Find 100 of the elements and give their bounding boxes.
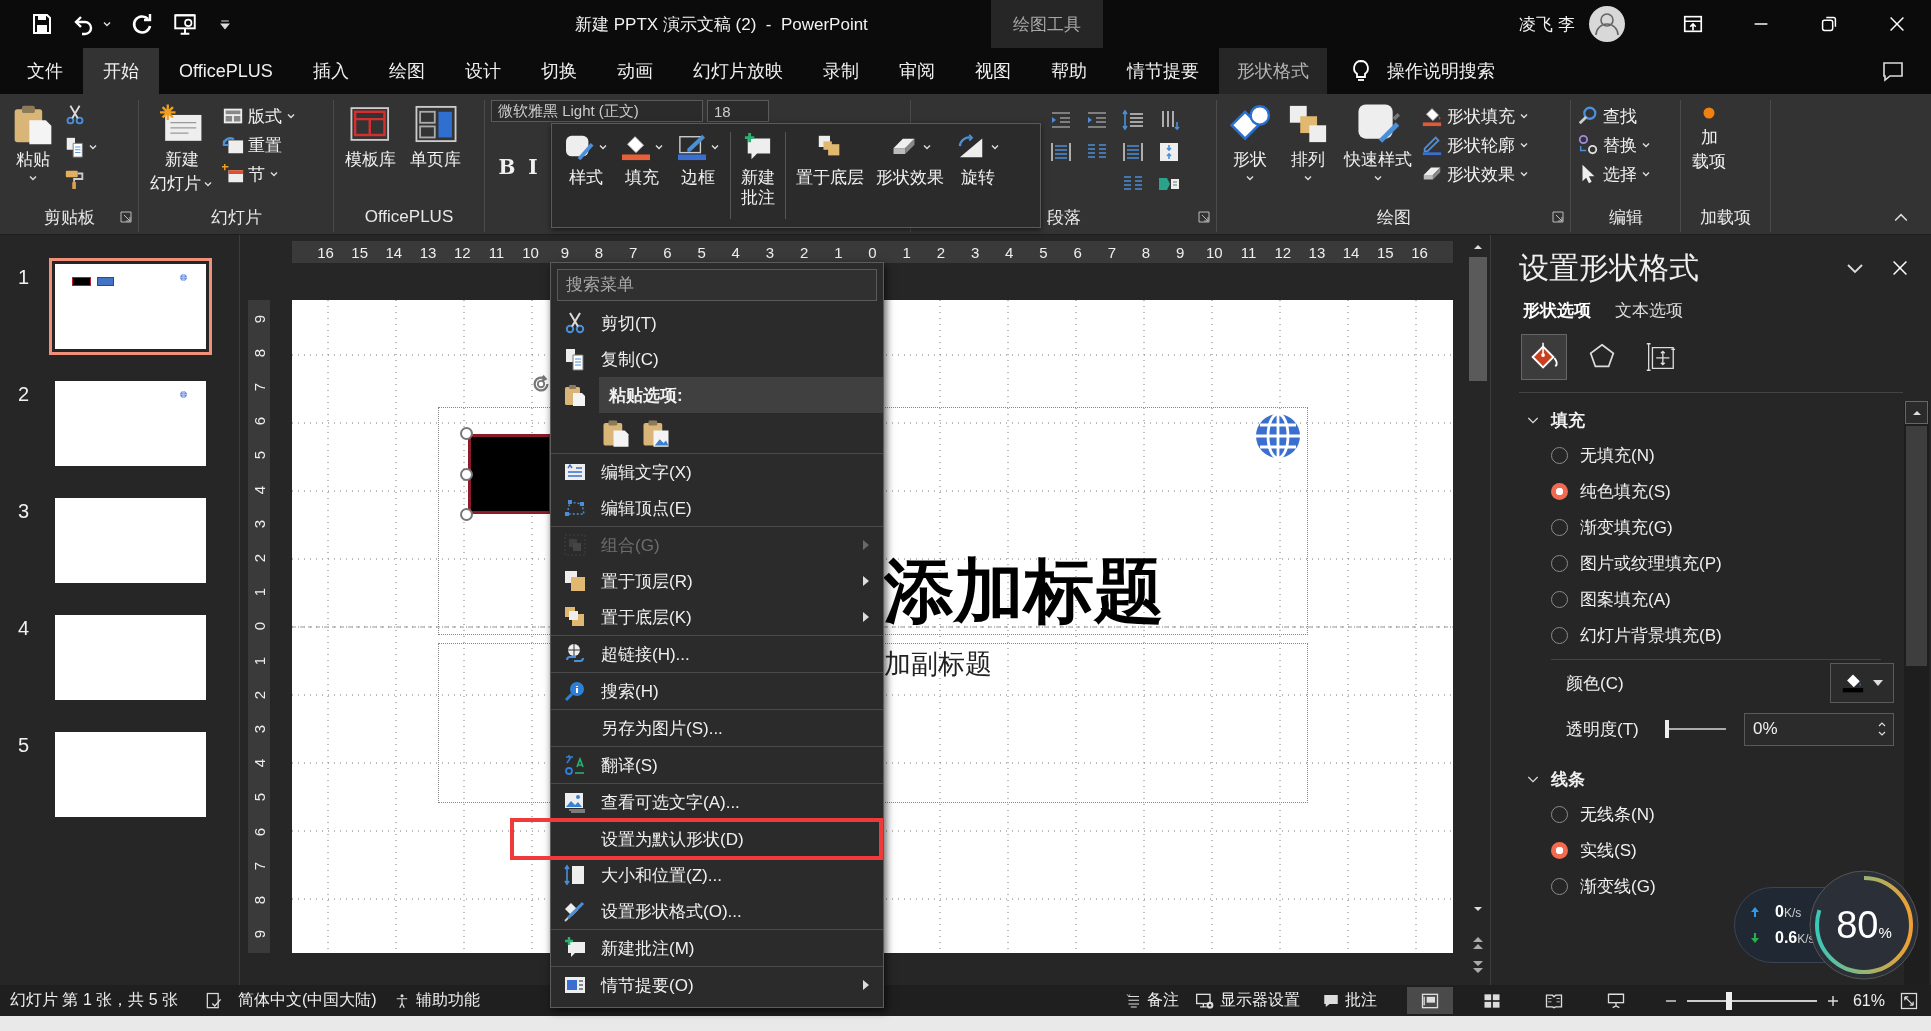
ribbon-tab[interactable]: 开始 — [83, 48, 159, 94]
search-field[interactable]: 搜索菜单 — [557, 269, 877, 301]
justify-icon[interactable] — [1049, 140, 1073, 164]
scissors-icon[interactable] — [64, 104, 86, 126]
menu-item[interactable]: 大小和位置(Z)... — [551, 857, 883, 893]
dialog-launcher-icon[interactable] — [1552, 211, 1564, 223]
pane-tab[interactable]: 形状选项 — [1523, 299, 1591, 322]
ribbon-tab[interactable]: 视图 — [954, 48, 1031, 94]
notes-button[interactable]: 备注 — [1123, 990, 1179, 1011]
menu-item[interactable]: 编辑顶点(E) — [551, 490, 883, 526]
ribbon-button[interactable]: 快速样式 — [1339, 100, 1417, 186]
ribbon-options-icon[interactable] — [1682, 13, 1704, 35]
comment-icon[interactable] — [1881, 59, 1905, 83]
menu-item[interactable]: 剪切(T) — [551, 305, 883, 341]
ribbon-button[interactable]: 形状轮廓 — [1421, 131, 1529, 159]
ribbon-button[interactable]: 选择 — [1577, 160, 1651, 188]
redo-icon[interactable] — [130, 12, 154, 36]
menu-item[interactable]: 复制(C) — [551, 341, 883, 377]
ribbon-button[interactable]: 节 — [222, 160, 296, 188]
line-spacing-icon[interactable] — [1121, 108, 1145, 132]
comments-button[interactable]: 批注 — [1321, 990, 1377, 1011]
ribbon-button[interactable]: 重置 — [222, 131, 296, 159]
accessibility-button[interactable]: 辅助功能 — [392, 990, 480, 1011]
menu-item[interactable]: 翻译(S) — [551, 747, 883, 783]
ribbon-tab[interactable]: 绘图 — [368, 48, 445, 94]
present-icon[interactable] — [172, 11, 198, 37]
ribbon-tab[interactable]: 帮助 — [1030, 48, 1107, 94]
ribbon-tab[interactable]: 文件 — [7, 48, 83, 94]
toolbar-button[interactable]: 形状效果 — [872, 132, 948, 219]
menu-item[interactable]: 查看可选文字(A)... — [551, 784, 883, 820]
tell-me-search[interactable]: 操作说明搜索 — [1386, 59, 1495, 83]
ribbon-tab[interactable]: 情节提要 — [1106, 48, 1219, 94]
ribbon-button[interactable]: 形状填充 — [1421, 102, 1529, 130]
previous-slide-icon[interactable] — [1471, 935, 1485, 951]
caret-icon[interactable] — [102, 19, 112, 29]
ribbon-tab[interactable]: 插入 — [292, 48, 369, 94]
spin-field[interactable]: 0% — [1744, 712, 1894, 746]
color-picker-button[interactable] — [1830, 663, 1894, 703]
ribbon-button[interactable]: 粘贴 — [6, 100, 60, 186]
menu-item[interactable]: 超链接(H)... — [551, 636, 883, 672]
ribbon-tab[interactable]: OfficePLUS — [159, 48, 293, 94]
ribbon-tab[interactable]: 设计 — [444, 48, 521, 94]
toolbar-button[interactable]: 样式 — [560, 132, 612, 219]
toolbar-button[interactable]: 填充 — [616, 132, 668, 219]
menu-item[interactable]: 置于底层(K) — [551, 599, 883, 635]
resize-handle[interactable] — [460, 427, 473, 440]
ribbon-button[interactable]: 形状效果 — [1421, 160, 1529, 188]
menu-item[interactable]: 搜索(H) — [551, 673, 883, 709]
brush-icon[interactable] — [64, 168, 86, 190]
display-settings-button[interactable]: 显示器设置 — [1194, 990, 1300, 1011]
menu-item[interactable]: 另存为图片(S)... — [551, 710, 883, 746]
slider-thumb[interactable] — [1665, 720, 1669, 738]
section-heading[interactable]: 填充 — [1551, 408, 1585, 432]
toolbar-button[interactable]: 旋转 — [952, 132, 1004, 219]
language-indicator[interactable]: 简体中文(中国大陆) — [238, 990, 377, 1011]
ribbon-tab[interactable]: 幻灯片放映 — [672, 48, 803, 94]
caret-icon[interactable] — [88, 142, 98, 152]
toolbar-button[interactable]: 边框 — [672, 132, 724, 219]
fit-to-window-icon[interactable] — [1899, 990, 1919, 1011]
zoom-in-icon[interactable] — [1826, 994, 1839, 1007]
icon-tab[interactable] — [1521, 334, 1567, 380]
font-size-field[interactable]: 18 — [707, 100, 769, 122]
ribbon-button[interactable]: 版式 — [222, 102, 296, 130]
avatar-icon[interactable] — [1589, 6, 1625, 42]
ribbon-tab[interactable]: 动画 — [596, 48, 673, 94]
font-name-field[interactable]: 微软雅黑 Light (正文) — [491, 100, 703, 122]
pane-tab[interactable]: 文本选项 — [1615, 299, 1683, 322]
slide-thumbnail[interactable] — [49, 258, 212, 355]
ribbon-button[interactable]: 查找 — [1577, 102, 1651, 130]
menu-item[interactable]: 设置形状格式(O)... — [551, 893, 883, 929]
menu-item[interactable]: 置于顶层(R) — [551, 563, 883, 599]
menu-item[interactable]: 设置为默认形状(D) — [551, 821, 879, 857]
ribbon-button[interactable]: 替换 — [1577, 131, 1651, 159]
ribbon-tab[interactable]: 切换 — [520, 48, 597, 94]
save-icon[interactable] — [30, 12, 54, 36]
ribbon-button[interactable]: 排列 — [1281, 100, 1335, 186]
ribbon-button[interactable]: 形状 — [1223, 100, 1277, 186]
view-button[interactable] — [1406, 987, 1453, 1014]
ribbon-button[interactable]: 模板库 — [340, 100, 401, 173]
ribbon-tab[interactable]: 审阅 — [878, 48, 955, 94]
radio-button[interactable] — [1551, 841, 1568, 859]
dialog-launcher-icon[interactable] — [120, 211, 132, 223]
next-slide-icon[interactable] — [1471, 959, 1485, 975]
globe-icon[interactable] — [1254, 412, 1302, 460]
section-heading[interactable]: 线条 — [1551, 767, 1585, 791]
menu-item[interactable]: 编辑文字(X) — [551, 454, 883, 490]
scroll-thumb[interactable] — [1469, 257, 1487, 381]
format-button[interactable]: I — [521, 152, 545, 182]
copy-icon[interactable] — [64, 136, 86, 158]
ribbon-tab[interactable]: 形状格式 — [1218, 48, 1327, 94]
menu-item[interactable]: 新建批注(M) — [551, 930, 883, 966]
radio-button[interactable] — [1551, 482, 1568, 500]
toolbar-button[interactable]: 置于底层 — [792, 132, 868, 219]
slider-thumb[interactable] — [1725, 991, 1732, 1010]
align-text-icon[interactable] — [1157, 140, 1181, 164]
ribbon-button[interactable]: 加 载项 — [1687, 100, 1731, 175]
ribbon-tab[interactable]: 录制 — [802, 48, 879, 94]
zoom-level[interactable]: 61% — [1852, 991, 1885, 1010]
distributed-icon[interactable] — [1121, 140, 1145, 164]
scroll-thumb[interactable] — [1906, 426, 1927, 666]
